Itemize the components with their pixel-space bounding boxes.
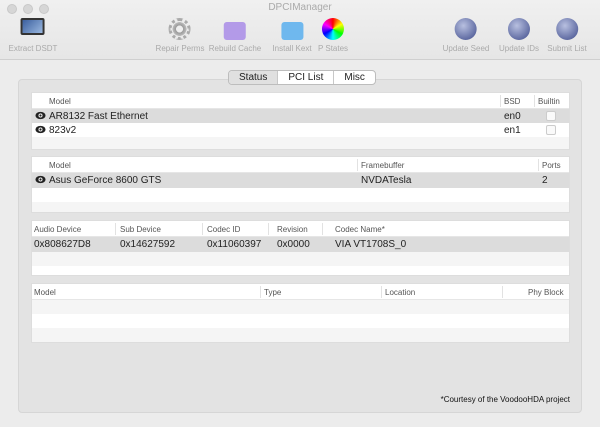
column-header-model[interactable]: Model — [49, 161, 71, 170]
tab-status[interactable]: Status — [229, 71, 279, 84]
empty-row — [32, 314, 569, 328]
cell-bsd: en0 — [504, 111, 521, 122]
empty-row — [32, 137, 569, 149]
globe-icon — [555, 18, 578, 40]
gear-icon — [169, 18, 191, 40]
update-ids-button[interactable]: Update IDs — [499, 18, 539, 53]
tab-misc[interactable]: Misc — [334, 71, 375, 84]
eye-icon[interactable] — [35, 125, 46, 134]
cell-audio-device: 0x808627D8 — [34, 239, 91, 250]
toolbar-label: Submit List — [547, 44, 587, 53]
empty-row — [32, 202, 569, 212]
eye-icon[interactable] — [35, 175, 46, 184]
column-header-audio-device[interactable]: Audio Device — [34, 225, 81, 234]
cell-framebuffer: NVDATesla — [361, 175, 412, 186]
cell-bsd: en1 — [504, 125, 521, 136]
builtin-checkbox[interactable] — [546, 111, 556, 121]
cell-model: AR8132 Fast Ethernet — [49, 111, 148, 122]
footer-note: *Courtesy of the VoodooHDA project — [440, 395, 570, 404]
table-row[interactable]: Asus GeForce 8600 GTS NVDATesla 2 — [32, 173, 569, 188]
column-header-ports[interactable]: Ports — [542, 161, 561, 170]
graphics-table: Model Framebuffer Ports Asus GeForce 860… — [31, 156, 570, 213]
toolbar-label: Update Seed — [442, 44, 490, 53]
table-header: Model BSD Builtin — [32, 93, 569, 109]
toolbar-label: Repair Perms — [155, 44, 205, 53]
toolbar-label: Install Kext — [272, 44, 312, 53]
install-kext-button[interactable]: Install Kext — [272, 18, 312, 53]
column-header-phy-block[interactable]: Phy Block — [528, 288, 564, 297]
cell-model: 823v2 — [49, 125, 77, 136]
globe-icon — [508, 18, 530, 40]
column-header-framebuffer[interactable]: Framebuffer — [361, 161, 404, 170]
cell-codec-id: 0x11060397 — [207, 239, 262, 250]
blue-folder-icon — [280, 22, 303, 40]
empty-row — [32, 188, 569, 202]
audio-table: Audio Device Sub Device Codec ID Revisio… — [31, 220, 570, 276]
column-header-sub-device[interactable]: Sub Device — [120, 225, 161, 234]
tab-bar: Status PCI List Misc — [228, 70, 376, 85]
column-header-codec-name[interactable]: Codec Name* — [335, 225, 385, 234]
extract-dsdt-button[interactable]: Extract DSDT — [8, 18, 58, 53]
title-bar: DPCIManager Extract DSDT Repair Perms Re… — [0, 0, 600, 60]
column-header-codec-id[interactable]: Codec ID — [207, 225, 240, 234]
column-header-builtin[interactable]: Builtin — [538, 97, 560, 106]
toolbar-label: P States — [317, 44, 349, 53]
cell-model: Asus GeForce 8600 GTS — [49, 175, 162, 186]
window-title: DPCIManager — [268, 2, 332, 13]
storage-table: Model Type Location Phy Block — [31, 283, 570, 343]
color-wheel-icon — [322, 18, 344, 40]
table-header: Model Type Location Phy Block — [32, 284, 569, 300]
cell-ports: 2 — [542, 175, 548, 186]
empty-row — [32, 328, 569, 342]
submit-list-button[interactable]: Submit List — [547, 18, 587, 53]
table-row[interactable]: AR8132 Fast Ethernet en0 — [32, 109, 569, 123]
table-header: Model Framebuffer Ports — [32, 157, 569, 173]
update-seed-button[interactable]: Update Seed — [442, 18, 490, 53]
repair-perms-button[interactable]: Repair Perms — [155, 18, 205, 53]
globe-icon — [454, 18, 477, 40]
toolbar-label: Extract DSDT — [8, 44, 58, 53]
cell-revision: 0x0000 — [277, 239, 310, 250]
column-header-type[interactable]: Type — [264, 288, 281, 297]
purple-folder-icon — [223, 22, 246, 40]
network-table: Model BSD Builtin AR8132 Fast Ethernet e… — [31, 92, 570, 150]
empty-row — [32, 252, 569, 266]
toolbar-label: Rebuild Cache — [208, 44, 262, 53]
column-header-revision[interactable]: Revision — [277, 225, 308, 234]
column-header-model[interactable]: Model — [49, 97, 71, 106]
cell-codec-name: VIA VT1708S_0 — [335, 239, 407, 250]
table-row[interactable]: 823v2 en1 — [32, 123, 569, 137]
column-header-bsd[interactable]: BSD — [504, 97, 520, 106]
column-header-location[interactable]: Location — [385, 288, 415, 297]
builtin-checkbox[interactable] — [546, 125, 556, 135]
cell-sub-device: 0x14627592 — [120, 239, 176, 250]
column-header-model[interactable]: Model — [34, 288, 56, 297]
p-states-button[interactable]: P States — [318, 18, 348, 53]
tab-pci-list[interactable]: PCI List — [278, 71, 335, 84]
table-row[interactable]: 0x808627D8 0x14627592 0x11060397 0x0000 … — [32, 237, 569, 252]
toolbar-label: Update IDs — [498, 44, 540, 53]
empty-row — [32, 300, 569, 314]
eye-icon[interactable] — [35, 111, 46, 120]
imac-icon — [21, 18, 45, 35]
table-header: Audio Device Sub Device Codec ID Revisio… — [32, 221, 569, 237]
rebuild-cache-button[interactable]: Rebuild Cache — [209, 18, 261, 53]
